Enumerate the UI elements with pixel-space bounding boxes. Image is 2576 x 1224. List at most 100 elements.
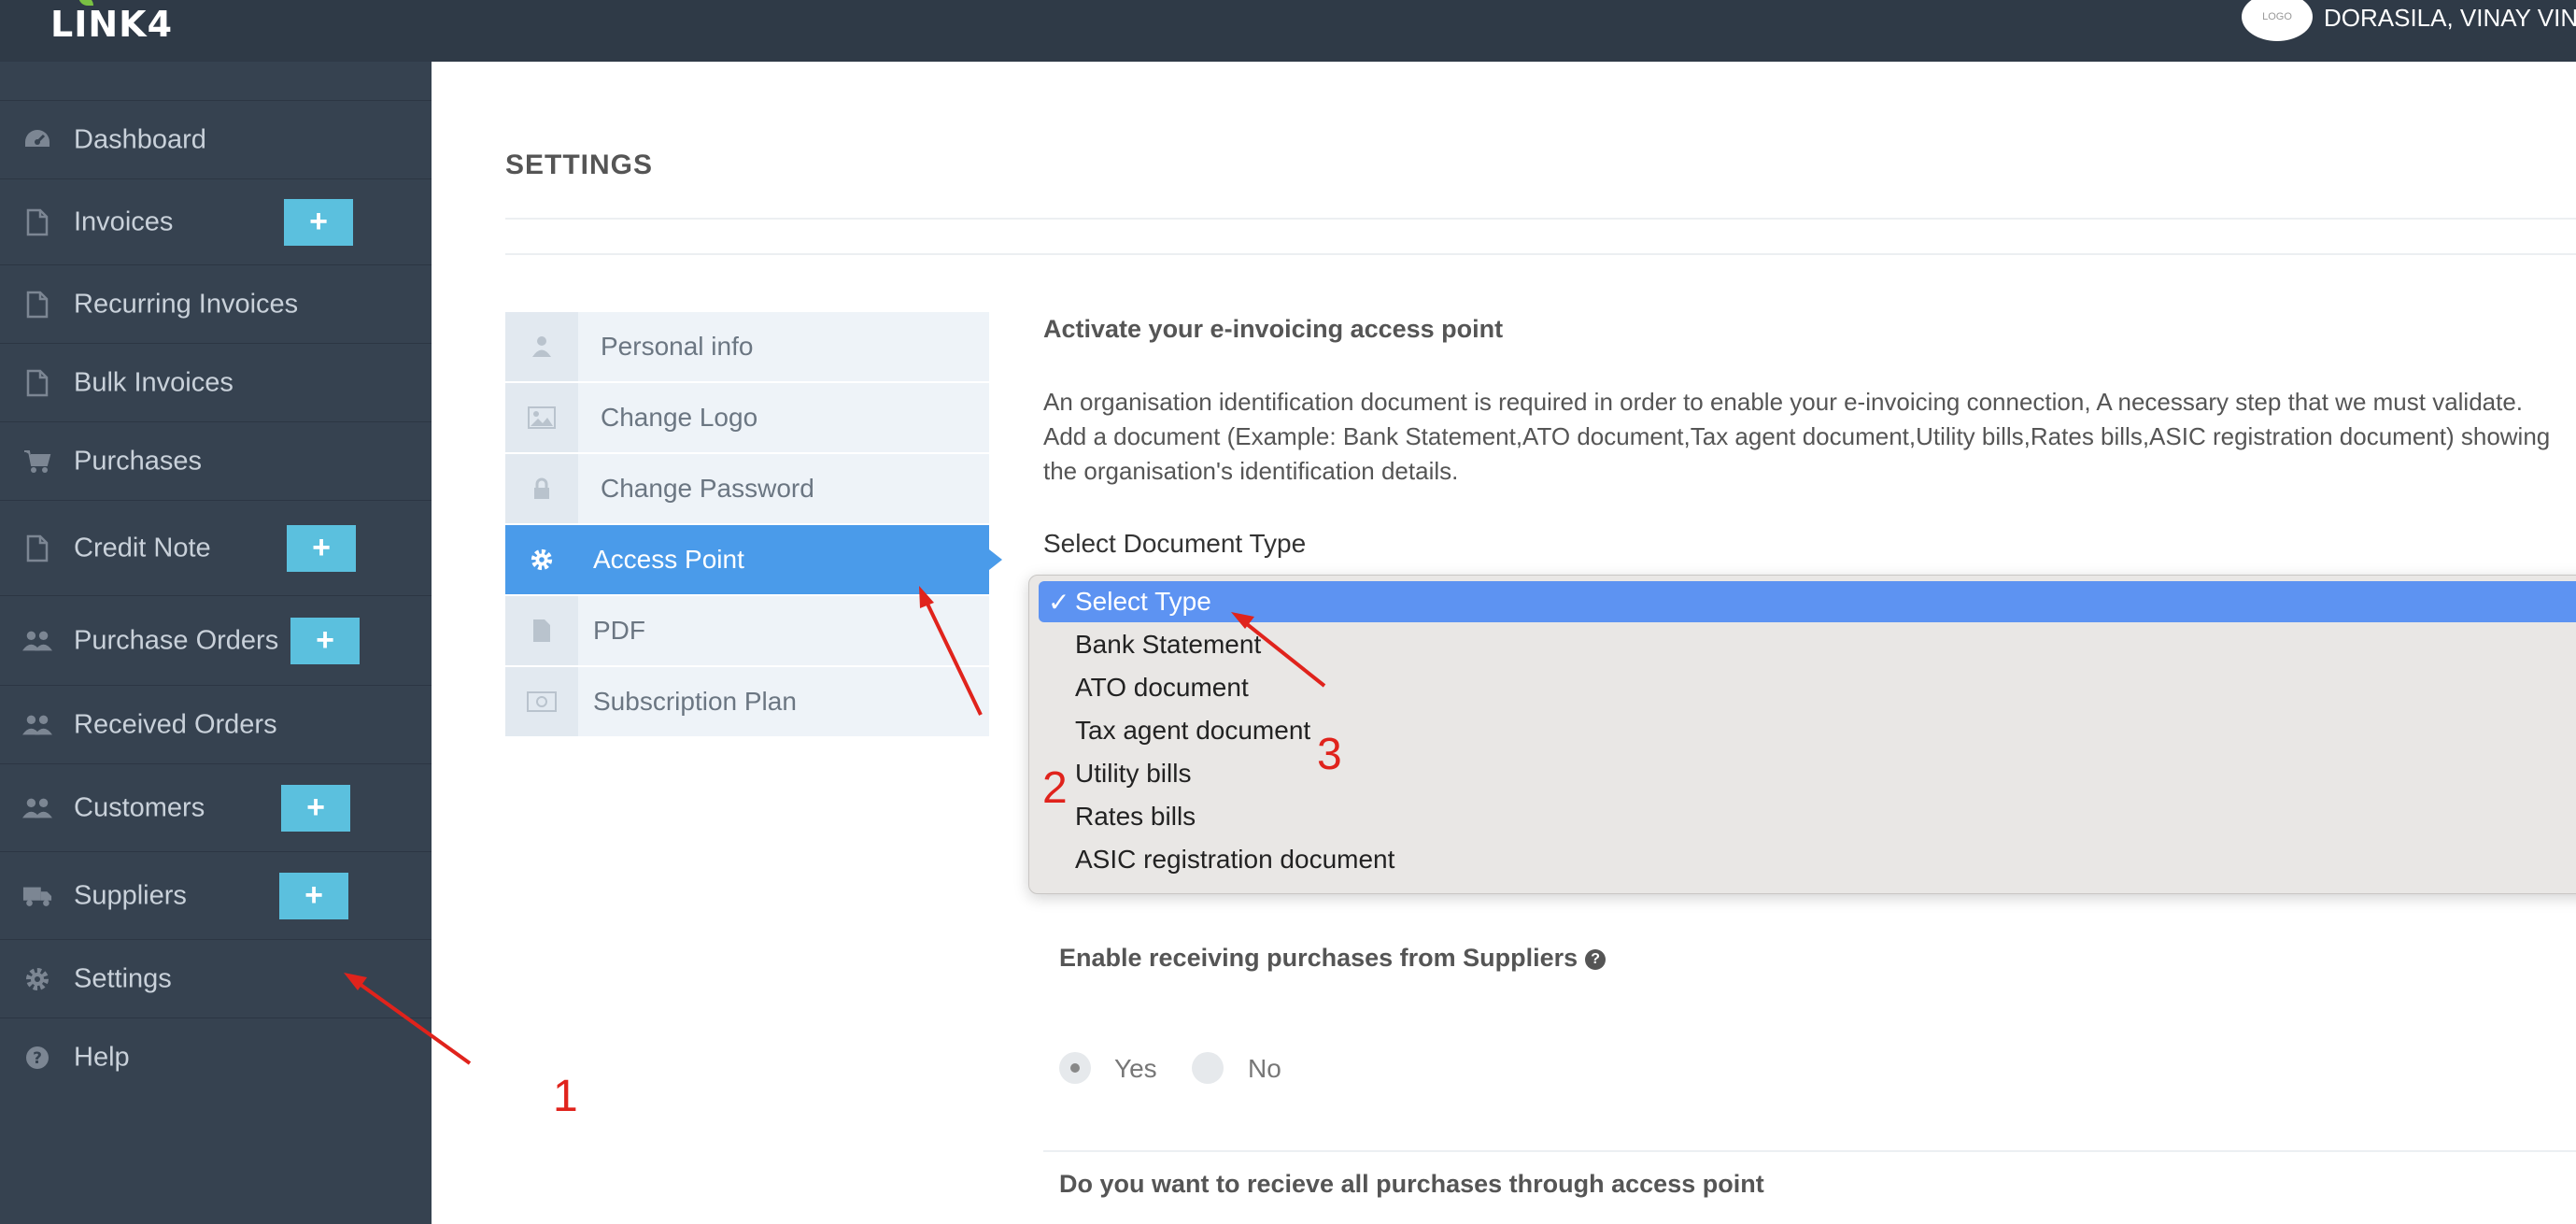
users-icon xyxy=(22,626,52,656)
sidebar-item-label: Dashboard xyxy=(74,124,206,154)
sidebar-item-label: Credit Note xyxy=(74,533,211,562)
sidebar-item-label: Recurring Invoices xyxy=(74,289,299,319)
file-icon xyxy=(22,207,52,237)
annotation-label-2: 2 xyxy=(1042,763,1068,813)
sidebar-item-received-orders[interactable]: Received Orders xyxy=(0,685,432,763)
settings-tab-label: Personal info xyxy=(601,332,754,361)
settings-tab-label: Access Point xyxy=(593,545,744,574)
access-point-description: An organisation identification document … xyxy=(1043,388,2551,485)
add-invoice-button[interactable]: + xyxy=(284,198,353,246)
sidebar-item-help[interactable]: ? Help xyxy=(0,1018,432,1096)
document-type-option[interactable]: Tax agent document xyxy=(1029,710,2576,751)
sidebar-item-suppliers[interactable]: Suppliers + xyxy=(0,851,432,939)
sidebar-item-label: Suppliers xyxy=(74,880,187,910)
option-label: Rates bills xyxy=(1075,802,1196,831)
settings-tab-label: PDF xyxy=(593,616,645,645)
add-supplier-button[interactable]: + xyxy=(279,872,348,919)
file-icon xyxy=(22,534,52,563)
sidebar-item-purchases[interactable]: Purchases xyxy=(0,421,432,500)
settings-tab-subscription-plan[interactable]: Subscription Plan xyxy=(505,667,989,736)
add-customer-button[interactable]: + xyxy=(281,784,350,832)
document-type-option[interactable]: Utility bills xyxy=(1029,753,2576,794)
user-name[interactable]: DORASILA, VINAY VINNU xyxy=(2324,4,2576,33)
avatar-text: LOGO xyxy=(2262,11,2292,22)
sidebar-item-invoices[interactable]: Invoices + xyxy=(0,178,432,264)
logo-text: LINK4 xyxy=(50,4,174,45)
option-label: ASIC registration document xyxy=(1075,845,1395,874)
question-icon: ? xyxy=(22,1043,52,1073)
sidebar-item-label: Purchases xyxy=(74,446,203,476)
option-label: Select Type xyxy=(1075,587,1211,616)
gear-icon xyxy=(505,525,578,594)
image-icon xyxy=(505,383,578,452)
truck-icon xyxy=(22,881,52,911)
sidebar: Dashboard Invoices + Recurring Invoices … xyxy=(0,62,432,1224)
sidebar-item-credit-note[interactable]: Credit Note + xyxy=(0,500,432,595)
user-icon xyxy=(505,312,578,381)
top-bar: LINK4 LOGO DORASILA, VINAY VINNU xyxy=(0,0,2576,62)
option-label: ATO document xyxy=(1075,673,1249,702)
document-type-label: Select Document Type xyxy=(1043,529,1307,558)
svg-text:?: ? xyxy=(33,1049,42,1068)
sidebar-item-label: Help xyxy=(74,1042,130,1072)
document-type-option[interactable]: ASIC registration document xyxy=(1029,839,2576,880)
lock-icon xyxy=(505,454,578,523)
option-label: Tax agent document xyxy=(1075,716,1311,745)
radio-no[interactable] xyxy=(1192,1052,1224,1084)
sidebar-item-label: Settings xyxy=(74,963,172,993)
file-icon xyxy=(505,596,578,665)
sidebar-item-recurring-invoices[interactable]: Recurring Invoices xyxy=(0,264,432,343)
sidebar-item-settings[interactable]: Settings xyxy=(0,939,432,1018)
annotation-label-1: 1 xyxy=(553,1072,578,1121)
sidebar-item-label: Received Orders xyxy=(74,709,277,739)
receiving-purchases-label: Enable receiving purchases from Supplier… xyxy=(1059,944,1606,973)
option-label: Utility bills xyxy=(1075,759,1192,788)
logo[interactable]: LINK4 xyxy=(50,0,174,45)
add-credit-note-button[interactable]: + xyxy=(287,524,356,572)
document-type-option[interactable]: Rates bills xyxy=(1029,796,2576,837)
settings-tab-access-point[interactable]: Access Point xyxy=(505,525,1002,594)
settings-tab-change-logo[interactable]: Change Logo xyxy=(505,383,989,452)
add-purchase-order-button[interactable]: + xyxy=(290,617,360,664)
receiving-purchases-text: Enable receiving purchases from Supplier… xyxy=(1059,944,1578,972)
file-icon xyxy=(22,368,52,398)
radio-yes-label[interactable]: Yes xyxy=(1114,1054,1157,1084)
dashboard-icon xyxy=(22,125,52,155)
sidebar-item-label: Bulk Invoices xyxy=(74,367,234,397)
page-title: SETTINGS xyxy=(505,149,654,180)
divider xyxy=(505,253,2576,255)
question-icon[interactable]: ? xyxy=(1585,948,1606,970)
settings-tab-change-password[interactable]: Change Password xyxy=(505,454,989,523)
sidebar-item-dashboard[interactable]: Dashboard xyxy=(0,100,432,178)
sidebar-item-purchase-orders[interactable]: Purchase Orders + xyxy=(0,595,432,685)
access-point-heading: Activate your e-invoicing access point xyxy=(1043,315,1504,343)
all-purchases-label: Do you want to recieve all purchases thr… xyxy=(1059,1170,1764,1198)
selection-highlight xyxy=(1039,581,2576,622)
divider xyxy=(505,218,2576,220)
radio-yes[interactable] xyxy=(1059,1052,1091,1084)
sidebar-item-label: Invoices xyxy=(74,206,174,236)
sidebar-item-customers[interactable]: Customers + xyxy=(0,763,432,851)
gear-icon xyxy=(22,964,52,994)
settings-tab-personal-info[interactable]: Personal info xyxy=(505,312,989,381)
radio-no-label[interactable]: No xyxy=(1248,1054,1281,1084)
settings-tab-pdf[interactable]: PDF xyxy=(505,596,989,665)
avatar[interactable]: LOGO xyxy=(2242,0,2313,41)
document-type-option[interactable]: ✓ Select Type xyxy=(1029,581,2576,622)
check-icon: ✓ xyxy=(1048,588,1070,617)
users-icon xyxy=(22,710,52,740)
settings-tab-label: Change Logo xyxy=(601,403,758,432)
annotation-label-3: 3 xyxy=(1317,730,1342,779)
sidebar-item-label: Purchase Orders xyxy=(74,625,279,655)
file-icon xyxy=(22,290,52,320)
sidebar-item-bulk-invoices[interactable]: Bulk Invoices xyxy=(0,343,432,421)
money-icon xyxy=(505,667,578,736)
settings-tab-label: Subscription Plan xyxy=(593,687,797,716)
document-type-dropdown[interactable]: ✓ Select Type Bank Statement ATO documen… xyxy=(1028,575,2576,894)
document-type-option[interactable]: Bank Statement xyxy=(1029,624,2576,665)
option-label: Bank Statement xyxy=(1075,630,1262,659)
users-icon xyxy=(22,793,52,823)
sidebar-item-label: Customers xyxy=(74,792,205,822)
document-type-option[interactable]: ATO document xyxy=(1029,667,2576,708)
divider xyxy=(1043,1150,2576,1152)
